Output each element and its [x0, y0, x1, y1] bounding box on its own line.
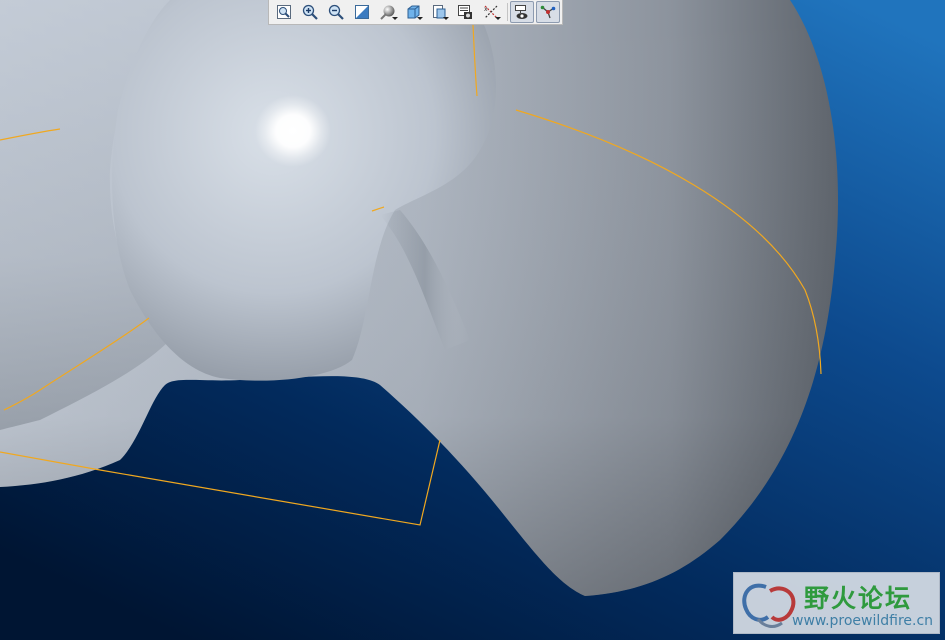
watermark-url: www.proewildfire.cn	[792, 613, 934, 629]
shading-style-button[interactable]	[376, 1, 400, 23]
zoom-out-button[interactable]	[324, 1, 348, 23]
zoom-in-button[interactable]	[298, 1, 322, 23]
specular-highlight	[255, 95, 331, 167]
zoom-fit-icon	[276, 5, 291, 19]
view-toolbar: x	[268, 0, 563, 25]
view-manager-button[interactable]	[427, 1, 451, 23]
dropdown-arrow-icon	[443, 17, 450, 20]
saved-views-button[interactable]	[402, 1, 426, 23]
svg-text:x: x	[484, 6, 488, 13]
dropdown-arrow-icon	[417, 17, 424, 20]
dropdown-arrow-icon	[495, 17, 502, 20]
toolbar-separator	[507, 3, 509, 21]
forum-logo-icon	[742, 583, 796, 628]
spin-center-button[interactable]	[536, 1, 560, 23]
display-style-button[interactable]	[453, 1, 477, 23]
dropdown-arrow-icon	[391, 17, 398, 20]
annotation-display-icon	[515, 5, 528, 19]
model-viewport[interactable]	[0, 0, 945, 640]
watermark-title: 野火论坛	[804, 584, 913, 613]
model-canvas[interactable]	[0, 0, 945, 640]
forum-watermark: 野火论坛 www.proewildfire.cn	[733, 572, 940, 634]
spin-center-icon	[540, 5, 556, 19]
datum-display-button[interactable]: x	[479, 1, 503, 23]
zoom-out-icon	[328, 4, 344, 20]
reorient-icon	[354, 5, 369, 19]
zoom-in-icon	[302, 4, 318, 20]
reorient-button[interactable]	[350, 1, 374, 23]
zoom-fit-button[interactable]	[272, 1, 296, 23]
display-style-icon	[458, 5, 473, 19]
annotation-display-button[interactable]	[510, 1, 535, 23]
